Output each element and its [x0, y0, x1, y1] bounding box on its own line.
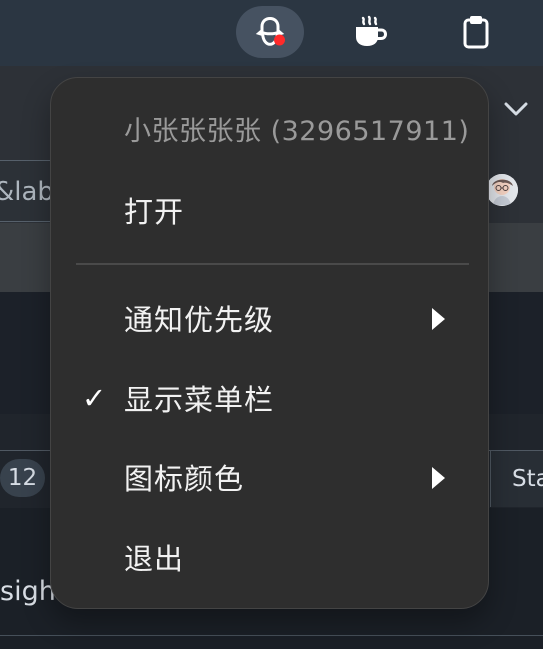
- submenu-arrow-icon: [432, 308, 445, 330]
- submenu-arrow-icon: [432, 467, 445, 489]
- qq-tray-button[interactable]: [236, 6, 304, 58]
- show-menubar-menu-item[interactable]: ✓ 显示菜单栏: [51, 360, 488, 440]
- show-menubar-label: 显示菜单栏: [124, 383, 275, 417]
- quit-menu-item[interactable]: 退出: [51, 519, 488, 599]
- desktop-screen: &lab 12 Sta sights 小张张张张 (3296517911) 打开…: [0, 0, 543, 649]
- coffee-icon: [356, 15, 387, 46]
- notification-priority-menu-item[interactable]: 通知优先级: [51, 280, 488, 360]
- menu-separator: [76, 263, 469, 265]
- clipboard-icon: [463, 16, 489, 49]
- avatar-icon: [486, 174, 518, 206]
- avatar[interactable]: [486, 174, 518, 206]
- open-menu-item[interactable]: 打开: [51, 172, 488, 252]
- coffee-tray-button[interactable]: [334, 6, 402, 58]
- open-label: 打开: [124, 195, 185, 229]
- count-badge[interactable]: 12: [0, 459, 45, 497]
- icon-color-menu-item[interactable]: 图标颜色: [51, 439, 488, 519]
- tray-context-menu: 小张张张张 (3296517911) 打开 通知优先级 ✓ 显示菜单栏 图标颜色…: [50, 77, 489, 609]
- clipboard-tray-button[interactable]: [442, 6, 510, 58]
- icon-color-label: 图标颜色: [124, 462, 245, 496]
- partial-address-field[interactable]: &lab: [0, 160, 54, 222]
- top-panel: [0, 0, 543, 67]
- status-tab[interactable]: Sta: [490, 451, 543, 507]
- notification-dot-icon: [274, 34, 285, 46]
- checkmark-icon: ✓: [82, 381, 108, 415]
- notification-priority-label: 通知优先级: [124, 303, 275, 337]
- expand-chevron-button[interactable]: [499, 92, 533, 126]
- bottom-divider: [0, 635, 543, 636]
- qq-icon: [255, 16, 285, 46]
- account-header: 小张张张张 (3296517911): [124, 116, 470, 147]
- quit-label: 退出: [124, 542, 185, 576]
- chevron-down-icon: [504, 102, 528, 116]
